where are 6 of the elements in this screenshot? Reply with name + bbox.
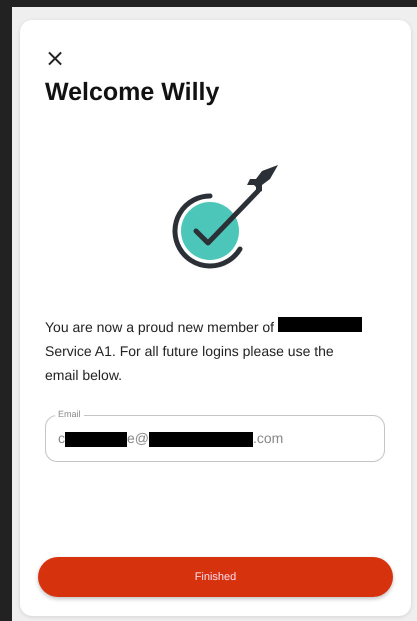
- email-value: c e@ .com: [58, 430, 284, 447]
- close-button[interactable]: ×: [45, 46, 66, 70]
- welcome-message: You are now a proud new member of Service A1. For all future logins please use the email below.: [45, 315, 367, 387]
- dialog-title: Welcome Willy: [45, 78, 220, 107]
- email-label: Email: [55, 408, 84, 420]
- finished-button[interactable]: Finished: [38, 557, 393, 597]
